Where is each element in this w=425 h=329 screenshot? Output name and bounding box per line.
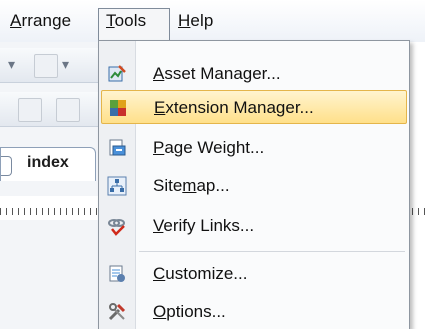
menu-bar: Arrange Tools Help	[0, 0, 425, 42]
horizontal-ruler-right	[412, 196, 425, 220]
menu-item-verify-links[interactable]: Verify Links...	[101, 209, 407, 243]
toolbar-row-1: ▾ ▾	[0, 48, 100, 83]
editor-background: ▾ ▾	[0, 42, 100, 329]
menu-item-label: Sitemap...	[153, 176, 230, 195]
menu-item-label: Options...	[153, 302, 226, 321]
menu-item-extension-manager[interactable]: Extension Manager...	[101, 90, 407, 124]
horizontal-ruler	[0, 196, 100, 220]
toolbar-dropdown-icon[interactable]: ▾	[62, 56, 69, 73]
document-tab[interactable]: index	[0, 147, 96, 181]
menu-item-label: Verify Links...	[153, 216, 255, 235]
customize-icon	[107, 264, 127, 284]
menu-item-customize[interactable]: Customize...	[101, 257, 407, 291]
menu-help[interactable]: Help	[178, 11, 213, 31]
page-weight-icon	[107, 138, 127, 158]
toolbar-arrow-icon[interactable]: ▾	[8, 56, 15, 73]
toolbar-layout-icon[interactable]	[34, 54, 58, 78]
menu-item-page-weight[interactable]: Page Weight...	[101, 131, 407, 165]
menu-item-asset-manager[interactable]: Asset Manager...	[101, 57, 407, 91]
menu-separator	[139, 251, 405, 252]
menu-item-label: Asset Manager...	[153, 64, 281, 83]
document-tab-label: index	[27, 154, 69, 171]
tools-menu: Asset Manager... Extension Manager... Pa…	[98, 40, 410, 329]
menu-item-options[interactable]: Options...	[101, 295, 407, 329]
menu-item-sitemap[interactable]: Sitemap...	[101, 169, 407, 203]
toolbar-crop-icon[interactable]	[18, 98, 42, 122]
menu-tools[interactable]: Tools	[106, 11, 146, 31]
menu-item-label: Extension Manager...	[154, 98, 314, 117]
menu-arrange[interactable]: Arrange	[10, 11, 71, 31]
document-tab-icon	[1, 156, 12, 176]
menu-item-label: Page Weight...	[153, 138, 265, 157]
options-icon	[107, 302, 127, 322]
toolbar-image-icon[interactable]	[56, 98, 80, 122]
asset-manager-icon	[107, 64, 127, 84]
menu-item-label: Customize...	[153, 264, 248, 283]
verify-links-icon	[107, 216, 127, 236]
sitemap-icon	[107, 176, 127, 196]
toolbar-row-2	[0, 92, 100, 127]
extension-manager-icon	[108, 98, 128, 118]
